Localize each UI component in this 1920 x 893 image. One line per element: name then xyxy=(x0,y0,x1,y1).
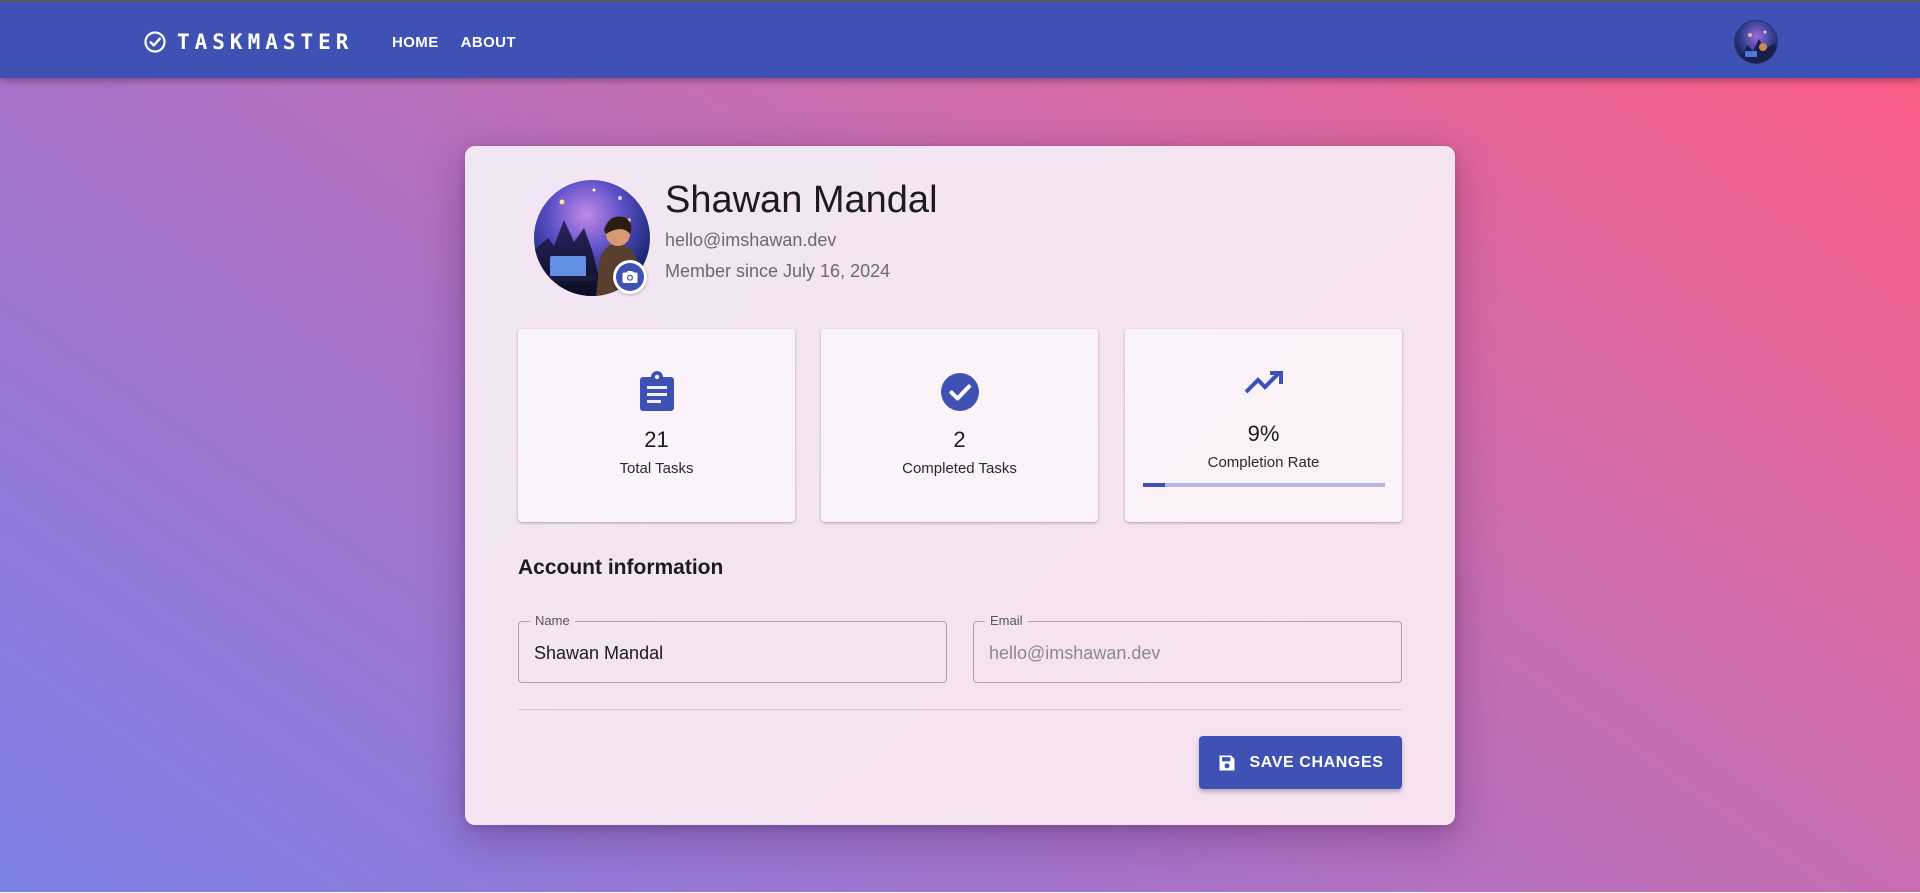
trending-up-icon xyxy=(1244,371,1283,394)
completed-tasks-label: Completed Tasks xyxy=(902,460,1017,477)
change-photo-button[interactable] xyxy=(613,260,647,294)
completion-progress-bar xyxy=(1143,483,1385,487)
total-tasks-label: Total Tasks xyxy=(619,460,694,477)
camera-icon xyxy=(622,271,638,283)
email-field: Email xyxy=(973,613,1402,683)
clipboard-icon xyxy=(639,371,674,411)
email-field-label: Email xyxy=(985,613,1028,628)
profile-name: Shawan Mandal xyxy=(665,179,938,221)
main-nav: HOME ABOUT xyxy=(392,26,516,58)
name-field: Name xyxy=(518,613,947,683)
divider xyxy=(518,709,1402,710)
completed-tasks-value: 2 xyxy=(953,427,966,452)
nav-about[interactable]: ABOUT xyxy=(461,34,516,51)
brand-name: TASKMASTER xyxy=(177,30,354,54)
name-field-label: Name xyxy=(530,613,575,628)
check-circle-outline-icon xyxy=(144,31,166,53)
completion-rate-label: Completion Rate xyxy=(1207,454,1320,471)
floppy-disk-icon xyxy=(1219,755,1235,770)
avatar-image xyxy=(1735,21,1777,63)
member-since: Member since July 16, 2024 xyxy=(665,261,891,281)
stat-completed-tasks: 2 Completed Tasks xyxy=(821,329,1098,522)
app-bar: TASKMASTER HOME ABOUT xyxy=(0,0,1920,78)
nav-home[interactable]: HOME xyxy=(392,34,439,51)
total-tasks-value: 21 xyxy=(644,427,669,452)
account-info-title: Account information xyxy=(518,556,724,579)
profile-email: hello@imshawan.dev xyxy=(665,230,837,250)
completion-progress-fill xyxy=(1143,483,1165,487)
completion-rate-value: 9% xyxy=(1247,421,1280,446)
stat-completion-rate: 9% Completion Rate xyxy=(1125,329,1402,522)
email-input xyxy=(989,640,1384,666)
user-avatar-button[interactable] xyxy=(1734,20,1778,64)
name-input[interactable] xyxy=(534,640,929,666)
profile-card: Shawan Mandal hello@imshawan.dev Member … xyxy=(465,146,1455,825)
brand[interactable]: TASKMASTER xyxy=(143,26,353,58)
save-changes-label: SAVE CHANGES xyxy=(1249,753,1384,771)
check-circle-icon xyxy=(940,373,979,411)
save-changes-button[interactable]: SAVE CHANGES xyxy=(1199,736,1402,789)
stat-total-tasks: 21 Total Tasks xyxy=(518,329,795,522)
